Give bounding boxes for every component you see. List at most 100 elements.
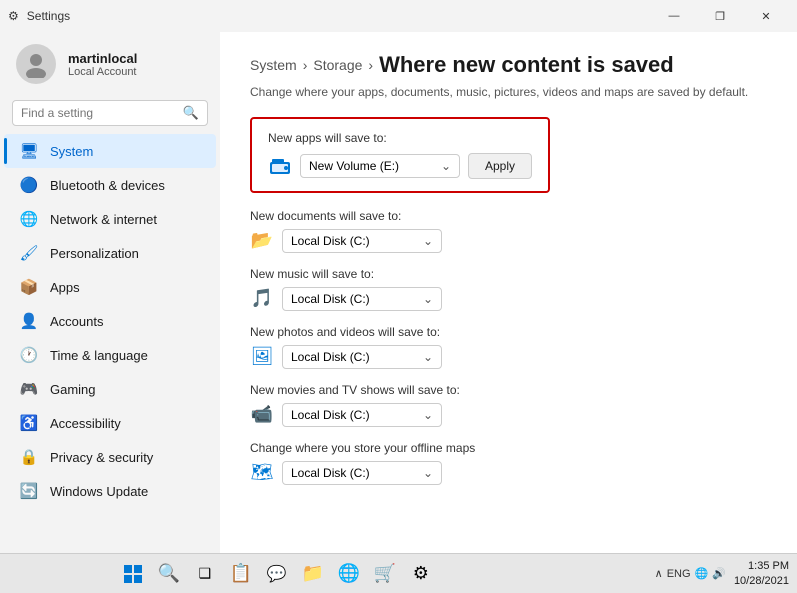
taskbar-app-store[interactable]: 🛒 <box>369 558 401 590</box>
taskbar-app-clipboard[interactable]: 📋 <box>225 558 257 590</box>
accessibility-icon: ♿ <box>20 414 38 432</box>
dropdown-row-apps: New Volume (E:)⌄ Apply <box>268 153 532 179</box>
taskbar-app-chat[interactable]: 💬 <box>261 558 293 590</box>
avatar <box>16 44 56 84</box>
section-apps: New apps will save to: New Volume (E:)⌄ A… <box>250 117 550 193</box>
maximize-button[interactable]: ❐ <box>697 0 743 32</box>
network-icon: 🌐 <box>20 210 38 228</box>
sidebar-label-bluetooth: Bluetooth & devices <box>50 178 165 193</box>
drive-icon-apps <box>268 154 292 178</box>
time-icon: 🕐 <box>20 346 38 364</box>
sidebar-label-gaming: Gaming <box>50 382 96 397</box>
dropdown-value-photos: Local Disk (C:) <box>291 350 370 364</box>
system-icon: 🖥 <box>20 142 38 160</box>
drive-icon-music: 🎵 <box>250 287 274 311</box>
dropdown-maps[interactable]: Local Disk (C:)⌄ <box>282 461 442 485</box>
dropdown-value-maps: Local Disk (C:) <box>291 466 370 480</box>
section-label-photos: New photos and videos will save to: <box>250 325 767 339</box>
save-row-music: 🎵 Local Disk (C:)⌄ <box>250 287 767 311</box>
settings-icon: ⚙ <box>8 9 19 23</box>
username: martinlocal <box>68 51 137 66</box>
dropdown-photos[interactable]: Local Disk (C:)⌄ <box>282 345 442 369</box>
system-tray: ∧ ENG 🌐 🔊 <box>655 567 726 580</box>
breadcrumb-system[interactable]: System <box>250 57 297 73</box>
tray-network-icon: 🌐 <box>695 567 709 580</box>
title-bar: ⚙ Settings — ❐ ✕ <box>0 0 797 32</box>
dropdown-value-movies: Local Disk (C:) <box>291 408 370 422</box>
dropdown-music[interactable]: Local Disk (C:)⌄ <box>282 287 442 311</box>
sidebar-label-accounts: Accounts <box>50 314 103 329</box>
taskbar: 🔍 ❑ 📋 💬 📁 🌐 🛒 ⚙ ∧ ENG 🌐 🔊 1:35 PM 10/28/… <box>0 553 797 593</box>
tray-speaker-icon: 🔊 <box>712 567 726 580</box>
search-box[interactable]: 🔍 <box>12 100 208 126</box>
save-row-documents: 📂 Local Disk (C:)⌄ <box>250 229 767 253</box>
sidebar-item-privacy[interactable]: 🔒 Privacy & security <box>4 440 216 474</box>
search-input[interactable] <box>21 106 177 120</box>
taskview-button[interactable]: ❑ <box>189 558 221 590</box>
gaming-icon: 🎮 <box>20 380 38 398</box>
section-label-apps: New apps will save to: <box>268 131 532 145</box>
section-label-movies: New movies and TV shows will save to: <box>250 383 767 397</box>
chevron-icon: ⌄ <box>423 234 433 248</box>
apps-icon: 📦 <box>20 278 38 296</box>
page-subtitle: Change where your apps, documents, music… <box>250 84 767 101</box>
breadcrumb-sep-2: › <box>368 57 373 73</box>
user-info: martinlocal Local Account <box>68 51 137 78</box>
chevron-icon: ⌄ <box>423 408 433 422</box>
time-display: 1:35 PM <box>734 559 789 573</box>
close-button[interactable]: ✕ <box>743 0 789 32</box>
section-label-documents: New documents will save to: <box>250 209 767 223</box>
update-icon: 🔄 <box>20 482 38 500</box>
apply-button[interactable]: Apply <box>468 153 532 179</box>
breadcrumb: System › Storage › Where new content is … <box>250 52 767 78</box>
save-row-photos: 🖼 Local Disk (C:)⌄ <box>250 345 767 369</box>
drive-icon-documents: 📂 <box>250 229 274 253</box>
section-label-maps: Change where you store your offline maps <box>250 441 767 455</box>
sidebar-item-network[interactable]: 🌐Network & internet <box>4 202 216 236</box>
clock: 1:35 PM 10/28/2021 <box>734 559 789 588</box>
tray-lang: ENG <box>667 568 691 580</box>
section-music: New music will save to:🎵Local Disk (C:)⌄ <box>250 267 767 311</box>
section-maps: Change where you store your offline maps… <box>250 441 767 485</box>
tray-chevron[interactable]: ∧ <box>655 567 663 580</box>
sidebar-item-update[interactable]: 🔄 Windows Update <box>4 474 216 508</box>
sidebar-item-system[interactable]: 🖥System <box>4 134 216 168</box>
dropdown-documents[interactable]: Local Disk (C:)⌄ <box>282 229 442 253</box>
sidebar: martinlocal Local Account 🔍 🖥System🔵Blue… <box>0 32 220 553</box>
app-container: martinlocal Local Account 🔍 🖥System🔵Blue… <box>0 32 797 553</box>
window-controls: — ❐ ✕ <box>651 0 789 32</box>
sidebar-item-apps[interactable]: 📦 Apps <box>4 270 216 304</box>
sidebar-label-update: Windows Update <box>50 484 148 499</box>
search-icon: 🔍 <box>183 105 199 121</box>
save-row-maps: 🗺Local Disk (C:)⌄ <box>250 461 767 485</box>
search-taskbar[interactable]: 🔍 <box>153 558 185 590</box>
sidebar-item-time[interactable]: 🕐Time & language <box>4 338 216 372</box>
sidebar-label-privacy: Privacy & security <box>50 450 153 465</box>
dropdown-movies[interactable]: Local Disk (C:) ⌄ <box>282 403 442 427</box>
breadcrumb-storage[interactable]: Storage <box>313 57 362 73</box>
title-bar-left: ⚙ Settings <box>8 9 70 23</box>
drive-icon-photos: 🖼 <box>250 345 274 369</box>
sidebar-item-accessibility[interactable]: ♿Accessibility <box>4 406 216 440</box>
minimize-button[interactable]: — <box>651 0 697 32</box>
sidebar-label-apps: Apps <box>50 280 80 295</box>
sidebar-item-personalization[interactable]: 🖌Personalization <box>4 236 216 270</box>
dropdown-value-apps: New Volume (E:) <box>309 159 399 173</box>
start-button[interactable] <box>117 558 149 590</box>
taskbar-app-edge[interactable]: 🌐 <box>333 558 365 590</box>
sidebar-label-personalization: Personalization <box>50 246 139 261</box>
accounts-icon: 👤 <box>20 312 38 330</box>
page-title: Where new content is saved <box>379 52 674 78</box>
section-documents: New documents will save to: 📂 Local Disk (… <box>250 209 767 253</box>
dropdown-apps[interactable]: New Volume (E:)⌄ <box>300 154 460 178</box>
sidebar-item-bluetooth[interactable]: 🔵Bluetooth & devices <box>4 168 216 202</box>
breadcrumb-sep-1: › <box>303 57 308 73</box>
privacy-icon: 🔒 <box>20 448 38 466</box>
taskbar-right: ∧ ENG 🌐 🔊 1:35 PM 10/28/2021 <box>655 559 789 588</box>
sidebar-item-accounts[interactable]: 👤 Accounts <box>4 304 216 338</box>
user-profile[interactable]: martinlocal Local Account <box>0 32 220 96</box>
sidebar-item-gaming[interactable]: 🎮 Gaming <box>4 372 216 406</box>
taskbar-app-settings[interactable]: ⚙ <box>405 558 437 590</box>
drive-icon-movies: 📹 <box>250 403 274 427</box>
taskbar-app-files[interactable]: 📁 <box>297 558 329 590</box>
